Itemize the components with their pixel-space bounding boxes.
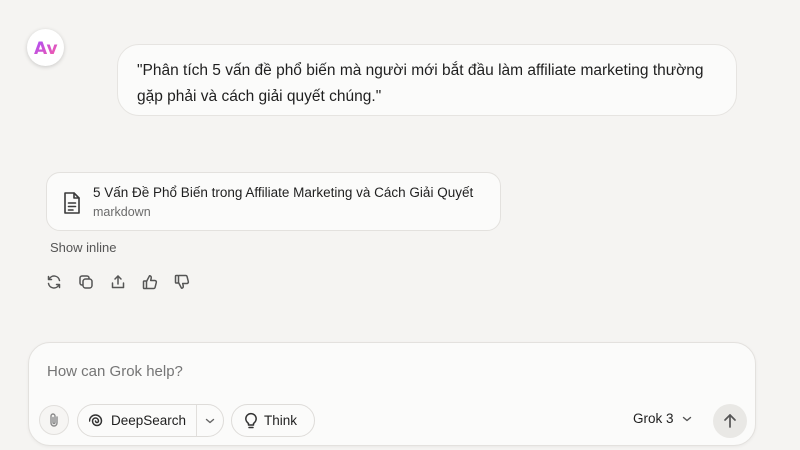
app-logo[interactable]: Av [27,29,64,66]
deepsearch-button[interactable]: DeepSearch [78,405,198,436]
prompt-input[interactable] [47,363,727,380]
regenerate-button[interactable] [45,272,77,292]
user-message-text: "Phân tích 5 vấn đề phổ biến mà người mớ… [137,62,704,105]
response-actions [45,272,205,292]
copy-icon [79,275,93,289]
document-icon [62,191,82,220]
model-selector[interactable]: Grok 3 [633,411,692,426]
copy-button[interactable] [77,272,109,292]
logo-icon: Av [34,39,58,59]
svg-text:Av: Av [34,39,58,59]
chevron-down-icon [205,418,215,423]
thumbs-down-icon [174,274,190,289]
user-message-bubble: "Phân tích 5 vấn đề phổ biến mà người mớ… [117,44,737,116]
arrow-up-icon [724,414,736,428]
composer: DeepSearch Think Grok 3 [28,342,756,446]
deepsearch-dropdown[interactable] [197,405,223,436]
dislike-button[interactable] [173,272,205,292]
model-label: Grok 3 [633,411,674,426]
send-button[interactable] [713,404,747,438]
like-button[interactable] [141,272,173,292]
lightbulb-icon [245,412,257,429]
show-inline-link[interactable]: Show inline [50,240,117,255]
artifact-type: markdown [93,205,151,219]
artifact-card[interactable]: 5 Vấn Đề Phổ Biến trong Affiliate Market… [46,172,501,231]
regenerate-icon [47,275,61,289]
deepsearch-icon [89,413,103,426]
deepsearch-label: DeepSearch [111,413,187,428]
thumbs-up-icon [142,275,158,290]
deepsearch-control: DeepSearch [77,404,224,437]
chevron-down-icon [682,416,692,422]
think-label: Think [264,413,298,428]
share-button[interactable] [109,272,141,292]
think-button[interactable]: Think [231,404,315,437]
artifact-title: 5 Vấn Đề Phổ Biến trong Affiliate Market… [93,185,474,200]
attach-button[interactable] [39,405,69,435]
paperclip-icon [50,413,58,427]
share-icon [111,275,125,289]
